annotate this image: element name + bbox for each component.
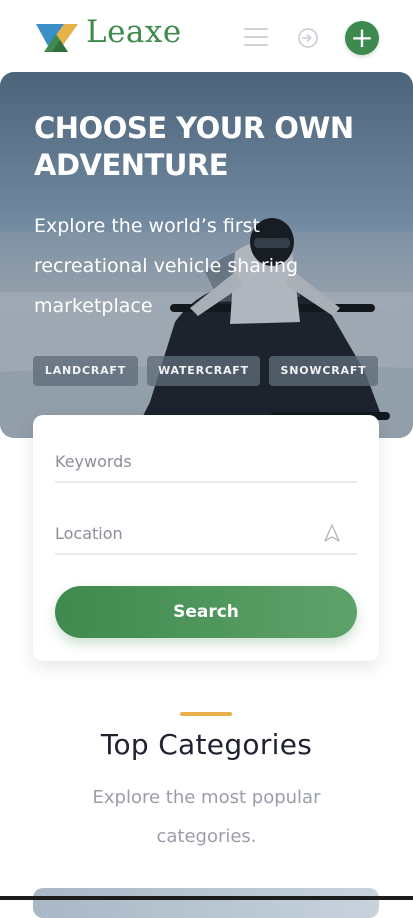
add-listing-button[interactable]: + xyxy=(345,21,379,55)
plus-icon: + xyxy=(350,21,374,54)
chip-landcraft[interactable]: LANDCRAFT xyxy=(33,356,138,386)
chip-snowcraft[interactable]: SNOWCRAFT xyxy=(269,356,378,386)
search-button[interactable]: Search xyxy=(55,586,357,638)
search-card: Search xyxy=(33,415,379,661)
top-categories-title: Top Categories xyxy=(100,728,313,761)
location-input[interactable] xyxy=(55,513,357,555)
category-card[interactable] xyxy=(33,888,379,918)
menu-line xyxy=(244,35,268,39)
hero-title: CHOOSE YOUR OWN ADVENTURE xyxy=(34,111,354,182)
chip-watercraft[interactable]: WATERCRAFT xyxy=(147,356,260,386)
hero-subtitle: Explore the world’s first recreational v… xyxy=(34,215,299,317)
bottom-edge xyxy=(0,896,413,900)
brand-name[interactable]: Leaxe xyxy=(86,14,182,50)
hamburger-menu-button[interactable] xyxy=(244,26,268,48)
section-accent-bar xyxy=(180,712,232,716)
menu-line xyxy=(244,43,268,46)
craft-type-chips: LANDCRAFT WATERCRAFT SNOWCRAFT xyxy=(0,356,413,386)
top-header: Leaxe + xyxy=(0,0,413,74)
location-arrow-icon[interactable] xyxy=(323,523,341,543)
menu-line xyxy=(244,28,268,31)
top-categories-subtitle: Explore the most popular categories. xyxy=(92,787,321,847)
login-icon[interactable] xyxy=(296,26,320,50)
leaxe-logo-icon[interactable] xyxy=(34,20,80,54)
keywords-input[interactable] xyxy=(55,441,357,483)
